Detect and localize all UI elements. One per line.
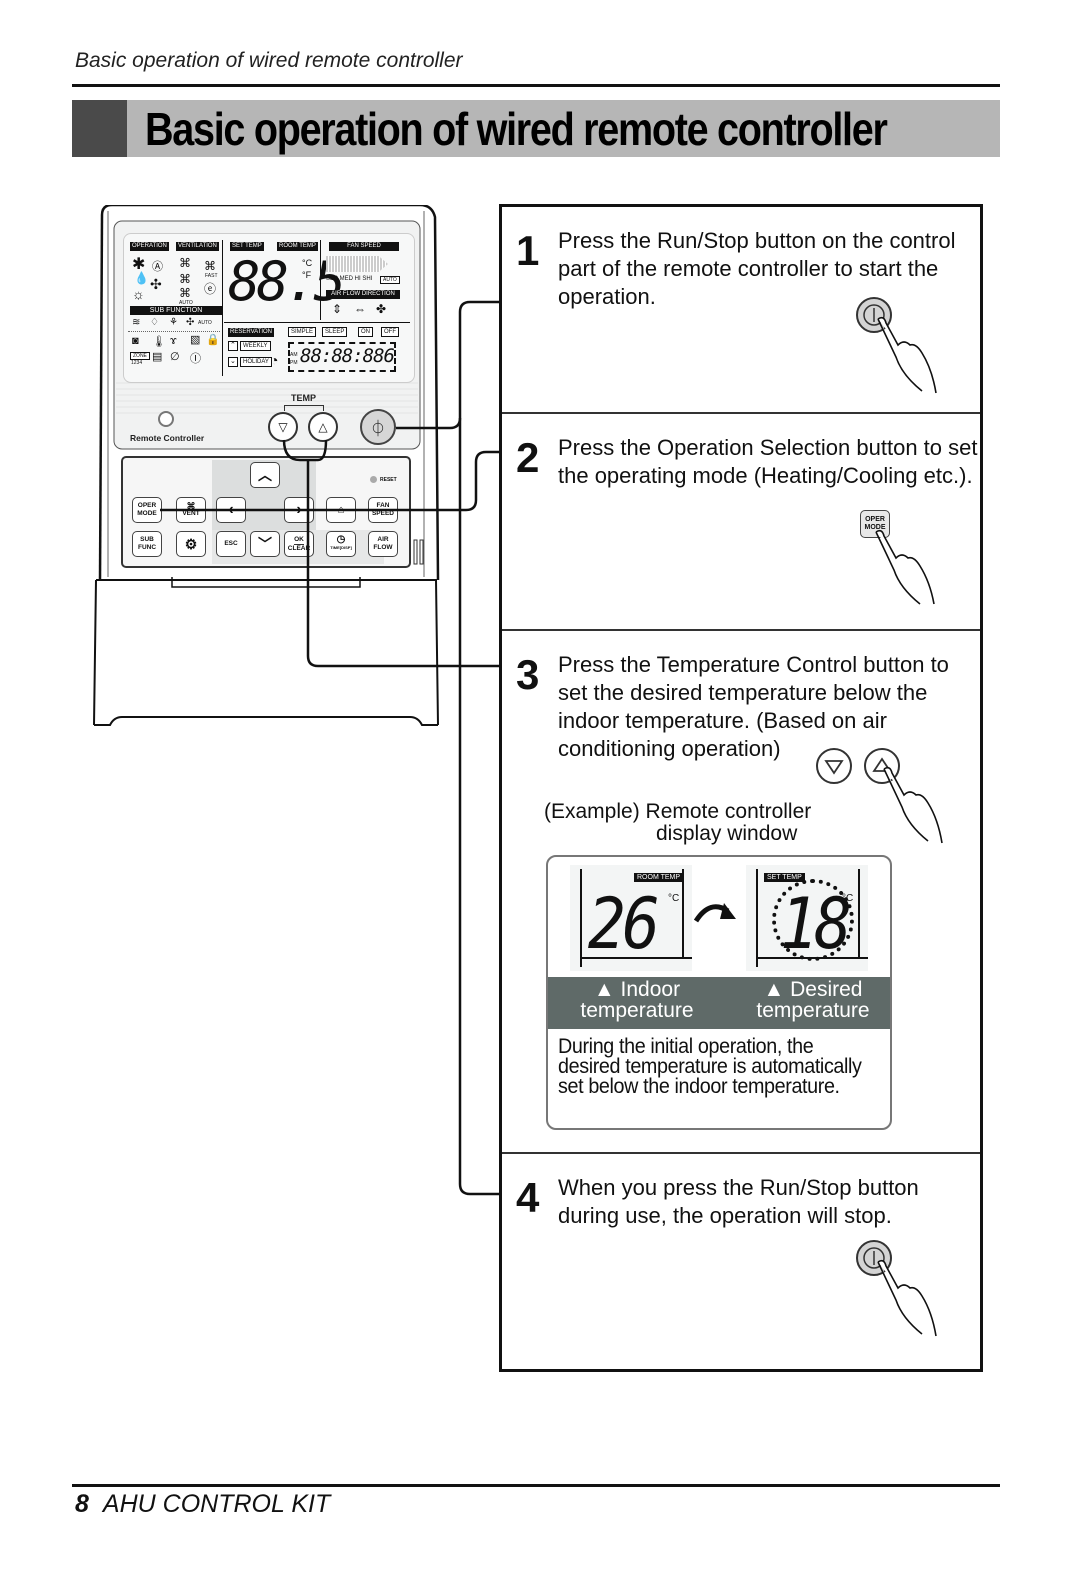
indoor-temp-display: ROOM TEMP 26 °C: [570, 865, 692, 971]
step-3: 3 Press the Temperature Control button t…: [502, 631, 980, 1154]
step-4: 4 When you press the Run/Stop button dur…: [502, 1154, 980, 1372]
example-display-box: ROOM TEMP 26 °C SET TEMP 18 °C ▲ Indoor: [546, 855, 892, 1130]
hand-pressing-run-stop-icon: [856, 297, 937, 394]
example-caption-line2: display window: [656, 822, 798, 845]
steps-panel: 1 Press the Run/Stop button on the contr…: [499, 204, 983, 1372]
example-caption: (Example) Remote controller display wind…: [544, 801, 811, 845]
hand-pressing-oper-mode-icon: [875, 529, 935, 605]
transition-arrow-icon: [694, 903, 736, 923]
footer-title: AHU CONTROL KIT: [102, 1490, 331, 1518]
label-line: ▲ Indoor: [593, 978, 681, 1001]
step-number: 3: [516, 651, 540, 698]
page-footer: 8 AHU CONTROL KIT: [75, 1490, 330, 1519]
set-temp-value: 18: [779, 883, 852, 965]
callout-line-step1: [396, 300, 500, 430]
hand-pressing-temp-up-icon: [816, 748, 943, 844]
step-1: 1 Press the Run/Stop button on the contr…: [502, 207, 980, 414]
callout-line-step4: [458, 418, 500, 1196]
step-number: 2: [516, 434, 540, 481]
step-number: 4: [516, 1174, 540, 1221]
label-line: temperature: [756, 999, 870, 1022]
label-line: temperature: [580, 999, 694, 1022]
callout-line-step3: [282, 439, 500, 668]
step-text: When you press the Run/Stop button durin…: [558, 1175, 919, 1228]
hand-pressing-run-stop-icon: [856, 1240, 937, 1337]
step-2: 2 Press the Operation Selection button t…: [502, 414, 980, 631]
page-number: 8: [75, 1490, 89, 1518]
step-number: 1: [516, 227, 540, 274]
label-line: ▲ Desired: [763, 978, 863, 1001]
room-temp-badge: ROOM TEMP: [634, 873, 684, 882]
room-temp-value: 26: [587, 883, 660, 965]
footer-rule: [72, 1484, 1000, 1487]
room-temp-unit: °C: [668, 893, 680, 904]
example-note: During the initial operation, the desire…: [558, 1035, 862, 1098]
temperature-caption-band: ▲ Indoor temperature ▲ Desired temperatu…: [548, 977, 890, 1029]
desired-temp-display: SET TEMP 18 °C: [746, 865, 868, 971]
callout-line-step2: [160, 450, 500, 512]
step-text: Press the Operation Selection button to …: [558, 435, 978, 488]
example-caption-line1: (Example) Remote controller: [544, 800, 812, 823]
desired-temperature-label: ▲ Desired temperature: [728, 978, 890, 1022]
indoor-temperature-label: ▲ Indoor temperature: [552, 979, 722, 1021]
set-temp-unit: °C: [842, 893, 854, 904]
